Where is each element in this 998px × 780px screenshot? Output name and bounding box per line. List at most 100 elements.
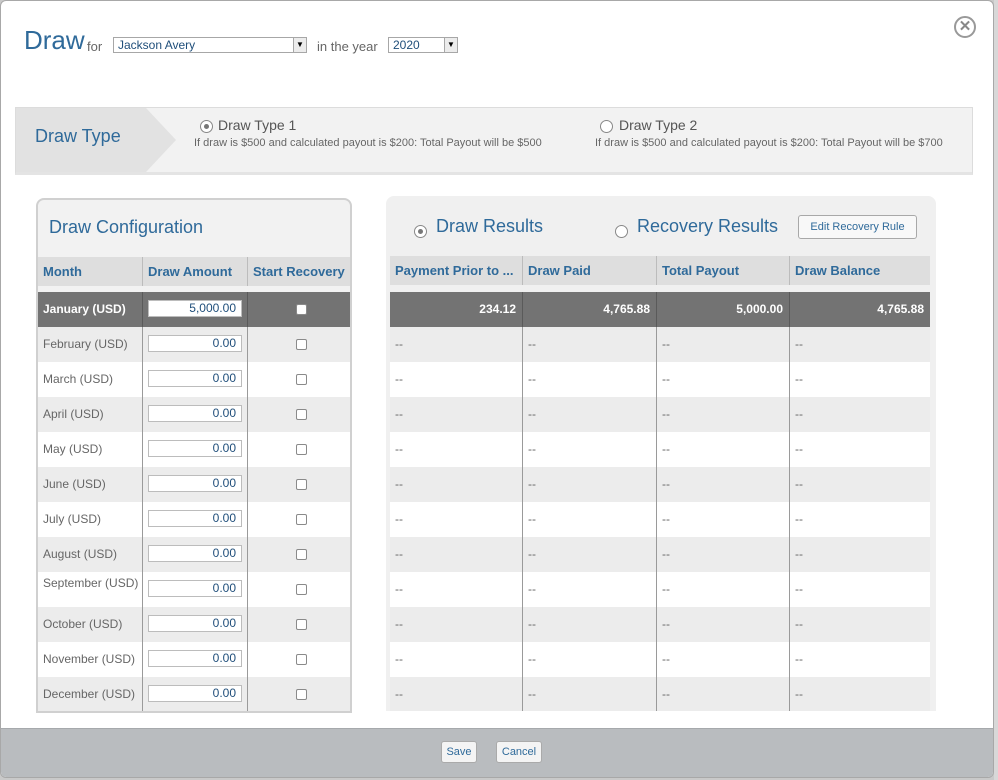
person-select[interactable]: Jackson Avery ▼ <box>113 37 307 53</box>
config-table-row: July (USD) 0.00 <box>38 502 350 537</box>
draw-type-bar: Draw Type Draw Type 1 If draw is $500 an… <box>15 107 973 175</box>
config-table-row: September (USD) 0.00 <box>38 572 350 607</box>
draw-amount-input[interactable]: 0.00 <box>148 510 242 527</box>
draw-type-label: Draw Type <box>35 126 121 146</box>
close-button[interactable]: ✕ <box>954 16 976 38</box>
results-table-row: 234.12 4,765.88 5,000.00 4,765.88 <box>390 292 930 327</box>
start-recovery-checkbox[interactable] <box>296 479 307 490</box>
draw-amount-input[interactable]: 0.00 <box>148 335 242 352</box>
draw-amount-input[interactable]: 0.00 <box>148 650 242 667</box>
draw-amount-input[interactable]: 0.00 <box>148 370 242 387</box>
start-recovery-checkbox[interactable] <box>296 339 307 350</box>
results-table-row: -- -- -- -- <box>390 572 930 607</box>
results-table-row: -- -- -- -- <box>390 327 930 362</box>
start-recovery-checkbox[interactable] <box>296 409 307 420</box>
results-cell: 234.12 <box>390 292 523 327</box>
draw-type-1-radio[interactable] <box>200 120 213 133</box>
draw-type-1-title: Draw Type 1 <box>218 117 297 133</box>
start-recovery-cell <box>248 397 350 432</box>
results-cell: -- <box>657 537 790 572</box>
start-recovery-cell <box>248 467 350 502</box>
results-cell: -- <box>523 327 657 362</box>
results-cell: -- <box>795 337 803 351</box>
results-cell: -- <box>657 362 790 397</box>
draw-configuration-panel: Draw Configuration Month Draw Amount Sta… <box>36 198 352 713</box>
draw-results-option[interactable]: Draw Results <box>414 216 543 241</box>
col-header-start-recovery: Start Recovery <box>253 264 345 279</box>
results-cell: -- <box>795 617 803 631</box>
start-recovery-checkbox[interactable] <box>296 444 307 455</box>
draw-amount-input[interactable]: 0.00 <box>148 615 242 632</box>
start-recovery-checkbox[interactable] <box>296 584 307 595</box>
start-recovery-checkbox[interactable] <box>296 619 307 630</box>
draw-amount-input[interactable]: 0.00 <box>148 685 242 702</box>
config-table-row: October (USD) 0.00 <box>38 607 350 642</box>
draw-amount-input[interactable]: 0.00 <box>148 475 242 492</box>
start-recovery-checkbox[interactable] <box>296 374 307 385</box>
recovery-results-option[interactable]: Recovery Results <box>615 216 778 241</box>
col-header-draw-paid: Draw Paid <box>523 256 657 285</box>
cancel-button[interactable]: Cancel <box>496 741 542 763</box>
results-cell: -- <box>390 572 523 607</box>
draw-amount-cell: 0.00 <box>143 397 248 432</box>
save-button[interactable]: Save <box>441 741 477 763</box>
draw-amount-input[interactable]: 0.00 <box>148 545 242 562</box>
col-header-payment-prior: Payment Prior to ... <box>390 256 523 285</box>
results-table-row: -- -- -- -- <box>390 502 930 537</box>
draw-amount-cell: 0.00 <box>143 467 248 502</box>
draw-type-1-desc: If draw is $500 and calculated payout is… <box>194 137 542 149</box>
results-table-row: -- -- -- -- <box>390 607 930 642</box>
results-cell: -- <box>523 362 657 397</box>
results-cell: -- <box>390 327 523 362</box>
draw-configuration-title: Draw Configuration <box>49 217 204 237</box>
config-table-row: April (USD) 0.00 <box>38 397 350 432</box>
draw-results-radio[interactable] <box>414 225 427 239</box>
draw-type-arrow <box>146 108 176 172</box>
results-cell: -- <box>795 582 803 596</box>
results-cell: -- <box>795 687 803 701</box>
month-cell: February (USD) <box>38 327 143 362</box>
draw-amount-cell: 0.00 <box>143 362 248 397</box>
results-cell: 4,765.88 <box>877 302 924 316</box>
month-cell: November (USD) <box>38 642 143 677</box>
results-cell: -- <box>657 397 790 432</box>
month-cell: May (USD) <box>38 432 143 467</box>
results-cell: -- <box>390 642 523 677</box>
results-cell: -- <box>523 607 657 642</box>
close-icon: ✕ <box>958 18 972 35</box>
draw-amount-input[interactable]: 0.00 <box>148 440 242 457</box>
draw-amount-input[interactable]: 0.00 <box>148 405 242 422</box>
draw-amount-cell: 0.00 <box>143 537 248 572</box>
start-recovery-checkbox[interactable] <box>296 514 307 525</box>
start-recovery-cell <box>248 432 350 467</box>
start-recovery-checkbox[interactable] <box>296 549 307 560</box>
results-cell: -- <box>523 467 657 502</box>
results-cell: 5,000.00 <box>657 292 790 327</box>
draw-type-2-radio[interactable] <box>600 120 613 133</box>
edit-recovery-rule-button[interactable]: Edit Recovery Rule <box>798 215 917 239</box>
results-cell: -- <box>523 502 657 537</box>
recovery-results-radio[interactable] <box>615 225 628 239</box>
start-recovery-checkbox[interactable] <box>296 689 307 700</box>
results-cell: -- <box>523 537 657 572</box>
results-cell: -- <box>390 607 523 642</box>
year-select[interactable]: 2020 ▼ <box>388 37 458 53</box>
chevron-down-icon: ▼ <box>293 38 306 52</box>
results-cell: -- <box>795 477 803 491</box>
draw-amount-input[interactable]: 5,000.00 <box>148 300 242 317</box>
results-cell: -- <box>657 607 790 642</box>
draw-amount-cell: 0.00 <box>143 327 248 362</box>
person-select-value: Jackson Avery <box>118 38 196 52</box>
config-table-row: May (USD) 0.00 <box>38 432 350 467</box>
results-cell: -- <box>795 547 803 561</box>
start-recovery-checkbox[interactable] <box>296 304 307 315</box>
col-header-draw-amount: Draw Amount <box>143 257 248 286</box>
results-cell: -- <box>523 397 657 432</box>
month-cell: January (USD) <box>38 292 143 327</box>
start-recovery-cell <box>248 327 350 362</box>
modal-footer: Save Cancel <box>1 728 993 777</box>
results-cell: -- <box>795 442 803 456</box>
draw-amount-input[interactable]: 0.00 <box>148 580 242 597</box>
start-recovery-checkbox[interactable] <box>296 654 307 665</box>
start-recovery-cell <box>248 607 350 642</box>
